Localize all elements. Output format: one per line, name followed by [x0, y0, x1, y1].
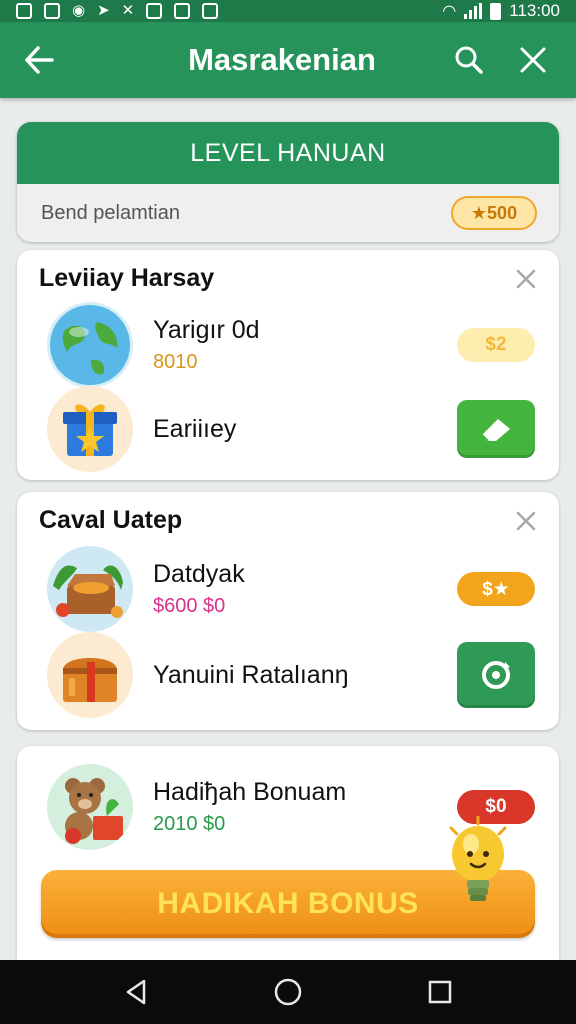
list-item: Datdyak $600 $0 $★	[47, 546, 535, 632]
item-name: Datdyak	[153, 560, 245, 588]
card-title: Leviiay Harsay	[39, 264, 215, 292]
status-time: 113:00	[509, 1, 560, 20]
record-icon: ◉	[72, 2, 86, 19]
status-bar: ◉ ➤ ✕ ◠ 113:00	[0, 0, 576, 22]
reward-pill[interactable]: $2	[457, 328, 535, 362]
task-card-1: Leviiay Harsay Yarigır 0d 8010 $2 Eariiı…	[17, 250, 559, 480]
level-header: LEVEL HANUAN	[17, 122, 559, 184]
battery-icon	[490, 2, 502, 20]
dismiss-card-button[interactable]	[513, 508, 539, 534]
back-button[interactable]	[0, 22, 78, 98]
task-card-2: Caval Uatep Datdyak $600 $0 $★ Yanuini R…	[17, 492, 559, 730]
edit-button[interactable]	[457, 400, 535, 458]
item-name: Hadiђah Bonuam	[153, 778, 347, 806]
nav-home-button[interactable]	[258, 962, 318, 1022]
close-icon	[520, 47, 546, 73]
refresh-button[interactable]	[457, 642, 535, 708]
chest-icon	[47, 632, 133, 718]
level-card: LEVEL HANUAN Bend pelamtian ★500	[17, 122, 559, 242]
triangle-back-icon	[126, 979, 146, 1005]
page-title: Masrakenian	[188, 42, 376, 77]
bluetooth-icon: ✕	[121, 2, 135, 19]
arrow-left-icon	[25, 46, 54, 74]
refresh-icon	[482, 661, 510, 689]
item-value: 8010	[153, 351, 198, 373]
dismiss-card-button[interactable]	[513, 266, 539, 292]
circle-home-icon	[274, 978, 302, 1006]
app-notification-icon	[44, 3, 60, 19]
item-name: Eariiıey	[153, 414, 237, 443]
bonus-card: Hadiђah Bonuam 2010 $0 $0 HADIKAH BONUS	[17, 746, 559, 960]
wifi-icon: ◠	[442, 3, 457, 20]
notification-icons: ◉ ➤ ✕	[16, 2, 219, 19]
globe-icon	[47, 302, 133, 388]
reward-pill[interactable]: $★	[457, 572, 535, 606]
item-name: Yanuini Ratalıanŋ	[153, 660, 349, 689]
nav-back-button[interactable]	[106, 962, 166, 1022]
list-item: Eariiıey	[47, 386, 535, 472]
photo-notification-icon	[146, 3, 163, 19]
points-badge: ★500	[451, 196, 537, 230]
search-icon	[455, 46, 483, 74]
close-icon	[516, 511, 536, 531]
level-label: Bend pelamtian	[41, 201, 180, 224]
gift-box-icon	[47, 386, 133, 472]
item-name: Yarigır 0d	[153, 316, 260, 344]
card-title: Caval Uatep	[39, 506, 183, 534]
item-value: 2010 $0	[153, 813, 226, 835]
search-button[interactable]	[446, 37, 492, 83]
teddy-bear-icon	[47, 764, 133, 850]
system-nav-bar	[0, 960, 576, 1024]
list-item: Yanuini Ratalıanŋ	[47, 632, 535, 718]
treasure-chest-icon	[47, 546, 133, 632]
lightbulb-icon	[449, 816, 507, 901]
signal-icon	[464, 3, 483, 19]
item-value: $600 $0	[153, 595, 226, 617]
nav-recents-button[interactable]	[410, 962, 470, 1022]
file-notification-icon	[202, 3, 219, 19]
eraser-icon	[481, 419, 510, 442]
square-recents-icon	[428, 980, 452, 1004]
image-notification-icon	[16, 3, 32, 19]
shield-notification-icon	[174, 3, 191, 19]
list-item: Yarigır 0d 8010 $2	[47, 302, 535, 388]
close-icon	[516, 269, 536, 289]
close-button[interactable]	[510, 37, 556, 83]
send-icon: ➤	[97, 2, 110, 19]
app-bar: Masrakenian	[0, 22, 576, 98]
